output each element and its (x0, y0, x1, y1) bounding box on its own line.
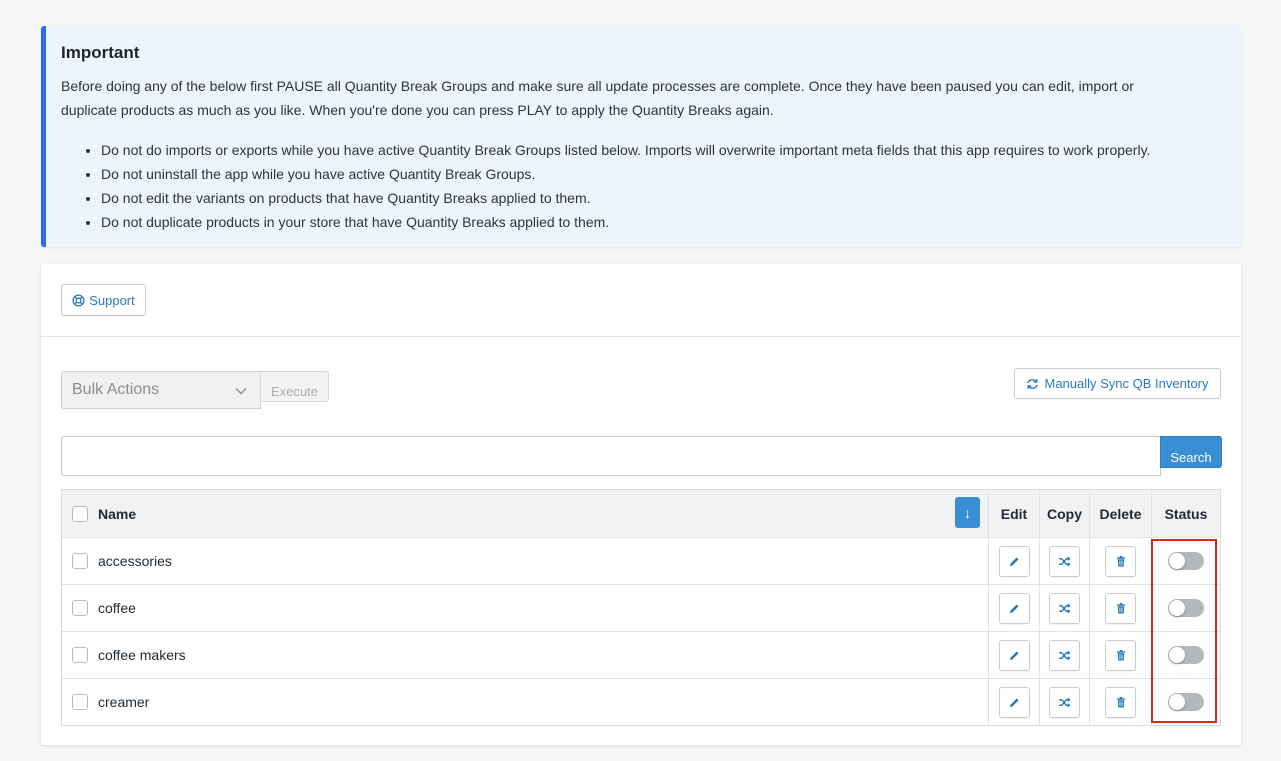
search-button[interactable]: Search (1160, 436, 1222, 468)
pencil-icon (1009, 556, 1019, 566)
edit-header: Edit (988, 490, 1039, 537)
status-cell (1151, 538, 1220, 584)
shuffle-icon (1059, 697, 1071, 707)
name-cell: coffee makers (62, 632, 988, 678)
row-checkbox[interactable] (72, 647, 88, 663)
status-toggle[interactable] (1168, 552, 1204, 570)
support-button[interactable]: Support (61, 284, 146, 316)
notice-bullet: Do not do imports or exports while you h… (101, 138, 1150, 162)
execute-label: Execute (271, 384, 318, 399)
edit-button[interactable] (998, 545, 1030, 577)
edit-cell (988, 632, 1039, 678)
trash-icon (1116, 649, 1125, 661)
status-toggle[interactable] (1168, 646, 1204, 664)
table-header-row: Name ↓ Edit Copy Delete Status (62, 490, 1220, 537)
pencil-icon (1009, 650, 1019, 660)
copy-header: Copy (1039, 490, 1089, 537)
trash-icon (1116, 602, 1125, 614)
sync-icon (1027, 378, 1039, 389)
important-notice: Important Before doing any of the below … (41, 26, 1241, 247)
delete-cell (1089, 585, 1151, 631)
support-label: Support (89, 292, 135, 308)
bulk-actions-select[interactable]: Bulk Actions (61, 371, 261, 409)
row-checkbox[interactable] (72, 694, 88, 710)
bulk-actions-label: Bulk Actions (72, 381, 160, 398)
notice-bullet-list: Do not do imports or exports while you h… (61, 138, 1150, 234)
delete-header: Delete (1089, 490, 1151, 537)
delete-cell (1089, 632, 1151, 678)
status-toggle[interactable] (1168, 693, 1204, 711)
status-toggle[interactable] (1168, 599, 1204, 617)
copy-button[interactable] (1049, 545, 1080, 577)
delete-button[interactable] (1105, 545, 1136, 577)
groups-table: Name ↓ Edit Copy Delete Status accessori… (61, 489, 1221, 726)
status-cell (1151, 632, 1220, 678)
card-header: Support (41, 264, 1241, 337)
manually-sync-inventory-button[interactable]: Manually Sync QB Inventory (1014, 368, 1221, 399)
status-cell (1151, 679, 1220, 725)
notice-paragraph: Before doing any of the below first PAUS… (61, 78, 1134, 118)
group-name: accessories (98, 553, 172, 569)
delete-button[interactable] (1105, 639, 1136, 671)
sync-label: Manually Sync QB Inventory (1044, 376, 1209, 391)
table-row: accessories (62, 537, 1220, 584)
search-input[interactable] (61, 436, 1161, 476)
group-name: creamer (98, 694, 150, 710)
delete-button[interactable] (1105, 592, 1136, 624)
edit-cell (988, 538, 1039, 584)
shuffle-icon (1059, 603, 1071, 613)
copy-cell (1039, 585, 1089, 631)
status-cell (1151, 585, 1220, 631)
notice-bullet: Do not uninstall the app while you have … (101, 162, 1150, 186)
copy-cell (1039, 679, 1089, 725)
notice-title: Important (61, 43, 140, 62)
copy-button[interactable] (1049, 592, 1080, 624)
trash-icon (1116, 696, 1125, 708)
delete-cell (1089, 538, 1151, 584)
search-label: Search (1170, 450, 1212, 465)
table-row: creamer (62, 678, 1220, 725)
edit-button[interactable] (998, 686, 1030, 718)
edit-button[interactable] (998, 592, 1030, 624)
name-header-label: Name (98, 505, 137, 522)
select-all-checkbox[interactable] (72, 505, 88, 522)
quantity-break-groups-card: Support Bulk Actions Execute Manually Sy… (41, 264, 1241, 745)
pencil-icon (1009, 603, 1019, 613)
chevron-down-icon (235, 388, 247, 395)
group-name: coffee makers (98, 647, 186, 663)
arrow-down-icon: ↓ (964, 504, 971, 521)
edit-cell (988, 679, 1039, 725)
name-cell: creamer (62, 679, 988, 725)
copy-cell (1039, 538, 1089, 584)
edit-button[interactable] (998, 639, 1030, 671)
notice-bullet: Do not edit the variants on products tha… (101, 186, 1150, 210)
shuffle-icon (1059, 650, 1071, 660)
status-header: Status (1151, 490, 1220, 537)
pencil-icon (1009, 697, 1019, 707)
notice-bullet: Do not duplicate products in your store … (101, 210, 1150, 234)
copy-cell (1039, 632, 1089, 678)
delete-cell (1089, 679, 1151, 725)
name-cell: accessories (62, 538, 988, 584)
sort-button[interactable]: ↓ (955, 497, 980, 528)
edit-cell (988, 585, 1039, 631)
group-name: coffee (98, 600, 136, 616)
name-header: Name ↓ (62, 490, 988, 537)
lifebuoy-icon (72, 293, 85, 307)
table-row: coffee makers (62, 631, 1220, 678)
execute-button[interactable]: Execute (260, 371, 329, 402)
copy-button[interactable] (1049, 639, 1080, 671)
copy-button[interactable] (1049, 686, 1080, 718)
table-row: coffee (62, 584, 1220, 631)
delete-button[interactable] (1105, 686, 1136, 718)
shuffle-icon (1059, 556, 1071, 566)
row-checkbox[interactable] (72, 600, 88, 616)
trash-icon (1116, 555, 1125, 567)
row-checkbox[interactable] (72, 553, 88, 569)
name-cell: coffee (62, 585, 988, 631)
